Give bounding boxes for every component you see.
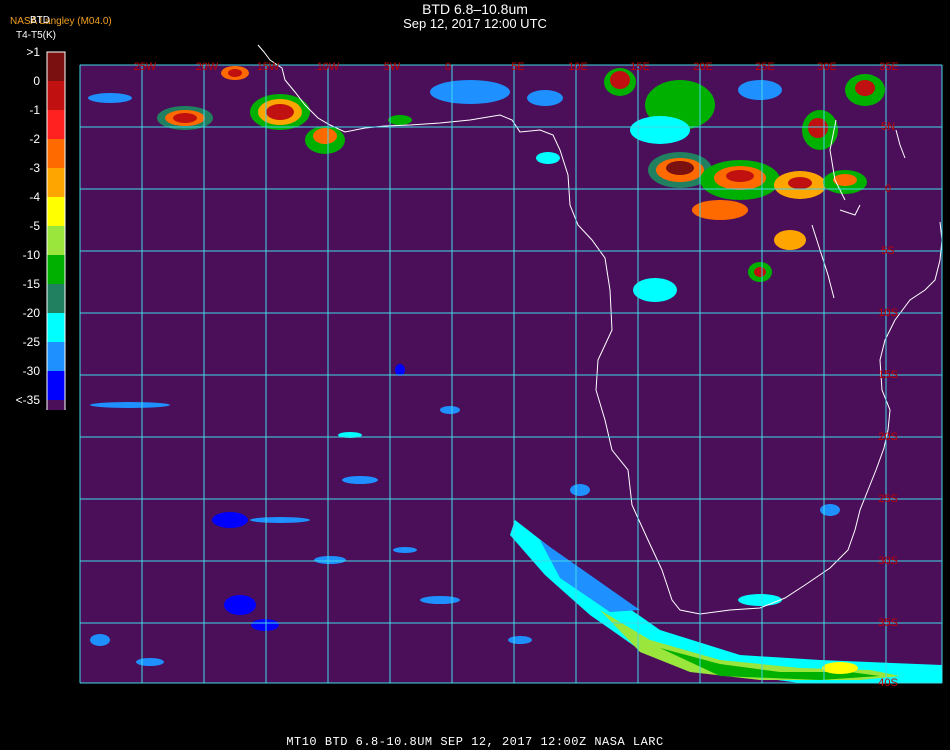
longitude-label: 35E (879, 61, 899, 73)
longitude-label: 20W (196, 61, 219, 73)
footer-caption: MT10 BTD 6.8-10.8UM SEP 12, 2017 12:00Z … (286, 735, 664, 749)
latitude-label: 10S (878, 307, 898, 319)
latitude-label: 35S (878, 617, 898, 629)
longitude-label: 10E (568, 61, 588, 73)
latitude-label: 15S (878, 369, 898, 381)
latitude-label: 40S (878, 677, 898, 689)
latitude-label: 25S (878, 493, 898, 505)
longitude-label: 15E (630, 61, 650, 73)
longitude-label: 25W (134, 61, 157, 73)
longitude-label: 15W (257, 61, 280, 73)
latitude-label: 0 (885, 183, 891, 195)
longitude-label: 5W (384, 61, 401, 73)
latitude-label: 20S (878, 431, 898, 443)
latitude-label: 5S (881, 245, 894, 257)
latitude-label: 30S (878, 555, 898, 567)
longitude-label: 25E (755, 61, 775, 73)
longitude-label: 10W (317, 61, 340, 73)
longitude-label: 30E (817, 61, 837, 73)
map-background (80, 65, 942, 683)
latitude-label: 5N (881, 121, 895, 133)
satellite-map: 25W 20W 15W 10W 5W 0 5E 10E 15E 20E 25E 30E 35E 5N 0 5… (79, 44, 943, 689)
longitude-label: 5E (511, 61, 524, 73)
longitude-label: 20E (693, 61, 713, 73)
longitude-label: 0 (445, 61, 451, 73)
